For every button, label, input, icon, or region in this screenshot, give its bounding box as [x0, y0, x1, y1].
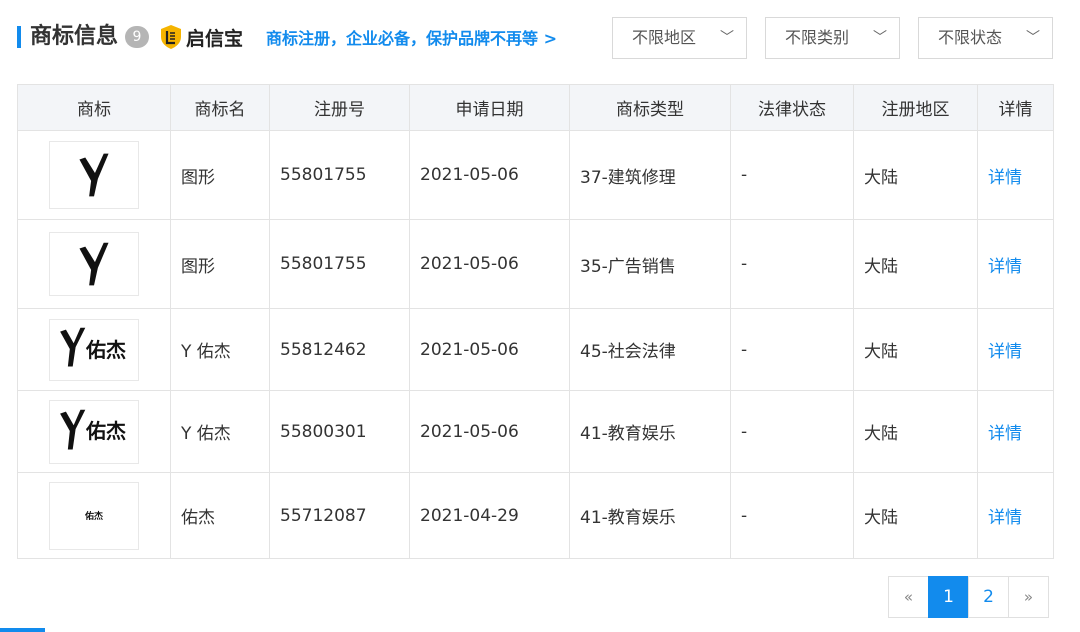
- detail-link[interactable]: 详情: [988, 424, 1022, 444]
- column-header: 商标: [17, 84, 171, 131]
- apply-date: 2021-05-06: [409, 308, 570, 391]
- section-title: 商标信息: [30, 24, 119, 49]
- column-header: 详情: [977, 84, 1054, 131]
- register-region: 大陆: [853, 390, 978, 473]
- registration-number: 55801755: [269, 219, 410, 309]
- register-region: 大陆: [853, 130, 978, 220]
- pagination: « 1 2 »: [888, 576, 1049, 618]
- trademark-register-link[interactable]: 商标注册，企业必备，保护品牌不再等 >: [266, 28, 557, 50]
- brand-name: 启信宝: [186, 27, 244, 50]
- trademark-table: 商标 商标名 注册号 申请日期 商标类型 法律状态 注册地区 详情 图形 558…: [17, 84, 1054, 559]
- detail-link[interactable]: 详情: [988, 508, 1022, 528]
- shield-logo-icon: [161, 25, 181, 49]
- legal-status: -: [730, 308, 854, 391]
- column-header: 注册号: [269, 84, 410, 131]
- trademark-type: 37-建筑修理: [569, 130, 731, 220]
- trademark-logo[interactable]: 佑杰: [49, 318, 139, 381]
- detail-cell: 详情: [977, 472, 1054, 559]
- table-row: 佑杰 Y 佑杰 55800301 2021-05-06 41-教育娱乐 - 大陆…: [17, 390, 1054, 473]
- table-row: 佑杰 Y 佑杰 55812462 2021-05-06 45-社会法律 - 大陆…: [17, 308, 1054, 391]
- trademark-type: 41-教育娱乐: [569, 390, 731, 473]
- registration-number: 55801755: [269, 130, 410, 220]
- detail-cell: 详情: [977, 308, 1054, 391]
- column-header: 申请日期: [409, 84, 570, 131]
- trademark-type: 35-广告销售: [569, 219, 731, 309]
- apply-date: 2021-04-29: [409, 472, 570, 559]
- count-badge: 9: [125, 26, 149, 48]
- region-filter-select[interactable]: 不限地区 ﹀: [612, 17, 747, 59]
- apply-date: 2021-05-06: [409, 130, 570, 220]
- legal-status: -: [730, 472, 854, 559]
- trademark-name: Y 佑杰: [170, 390, 270, 473]
- page-button-2[interactable]: 2: [968, 576, 1009, 618]
- apply-date: 2021-05-06: [409, 219, 570, 309]
- y-mark-icon: [79, 153, 109, 197]
- table-row: 佑杰 佑杰 55712087 2021-04-29 41-教育娱乐 - 大陆 详…: [17, 472, 1054, 559]
- category-filter-select[interactable]: 不限类别 ﹀: [765, 17, 900, 59]
- logo-wordmark: 佑杰: [86, 418, 126, 443]
- chevron-down-icon: ﹀: [1026, 30, 1040, 46]
- logo-wordmark: 佑杰: [84, 511, 103, 522]
- trademark-logo[interactable]: 佑杰: [49, 399, 139, 464]
- column-header: 商标名: [170, 84, 270, 131]
- detail-cell: 详情: [977, 390, 1054, 473]
- apply-date: 2021-05-06: [409, 390, 570, 473]
- status-filter-label: 不限状态: [938, 28, 1003, 47]
- registration-number: 55712087: [269, 472, 410, 559]
- trademark-logo-cell: 佑杰: [17, 390, 171, 473]
- trademark-logo[interactable]: [49, 141, 139, 209]
- legal-status: -: [730, 130, 854, 220]
- trademark-type: 45-社会法律: [569, 308, 731, 391]
- bottom-accent-bar: [0, 628, 45, 632]
- detail-link[interactable]: 详情: [988, 168, 1022, 188]
- detail-cell: 详情: [977, 130, 1054, 220]
- y-mark-icon: [79, 242, 109, 286]
- page-button-1[interactable]: 1: [928, 576, 969, 618]
- trademark-logo[interactable]: 佑杰: [49, 481, 139, 550]
- registration-number: 55800301: [269, 390, 410, 473]
- title-accent-bar: [17, 26, 21, 48]
- trademark-name: 佑杰: [170, 472, 270, 559]
- register-region: 大陆: [853, 308, 978, 391]
- column-header: 商标类型: [569, 84, 731, 131]
- status-filter-select[interactable]: 不限状态 ﹀: [918, 17, 1053, 59]
- category-filter-label: 不限类别: [785, 28, 850, 47]
- region-filter-label: 不限地区: [632, 28, 697, 47]
- trademark-name: 图形: [170, 219, 270, 309]
- chevron-down-icon: ﹀: [720, 30, 734, 46]
- detail-link[interactable]: 详情: [988, 257, 1022, 277]
- column-header: 注册地区: [853, 84, 978, 131]
- trademark-logo-cell: [17, 130, 171, 220]
- registration-number: 55812462: [269, 308, 410, 391]
- register-region: 大陆: [853, 472, 978, 559]
- trademark-logo-cell: [17, 219, 171, 309]
- trademark-logo-cell: 佑杰: [17, 472, 171, 559]
- trademark-logo-cell: 佑杰: [17, 308, 171, 391]
- register-region: 大陆: [853, 219, 978, 309]
- trademark-name: Y 佑杰: [170, 308, 270, 391]
- detail-link[interactable]: 详情: [988, 342, 1022, 362]
- trademark-logo[interactable]: [49, 232, 139, 296]
- trademark-name: 图形: [170, 130, 270, 220]
- next-page-button[interactable]: »: [1008, 576, 1049, 618]
- legal-status: -: [730, 390, 854, 473]
- trademark-type: 41-教育娱乐: [569, 472, 731, 559]
- legal-status: -: [730, 219, 854, 309]
- brand-logo[interactable]: 启信宝: [160, 22, 243, 52]
- section-header: 商标信息 9 启信宝 商标注册，企业必备，保护品牌不再等 > 不限地区 ﹀ 不限…: [0, 0, 1080, 76]
- chevron-down-icon: ﹀: [873, 30, 887, 46]
- table-row: 图形 55801755 2021-05-06 35-广告销售 - 大陆 详情: [17, 219, 1054, 309]
- logo-wordmark: 佑杰: [86, 337, 126, 362]
- table-row: 图形 55801755 2021-05-06 37-建筑修理 - 大陆 详情: [17, 130, 1054, 220]
- detail-cell: 详情: [977, 219, 1054, 309]
- column-header: 法律状态: [730, 84, 854, 131]
- table-header-row: 商标 商标名 注册号 申请日期 商标类型 法律状态 注册地区 详情: [17, 84, 1054, 131]
- prev-page-button[interactable]: «: [888, 576, 929, 618]
